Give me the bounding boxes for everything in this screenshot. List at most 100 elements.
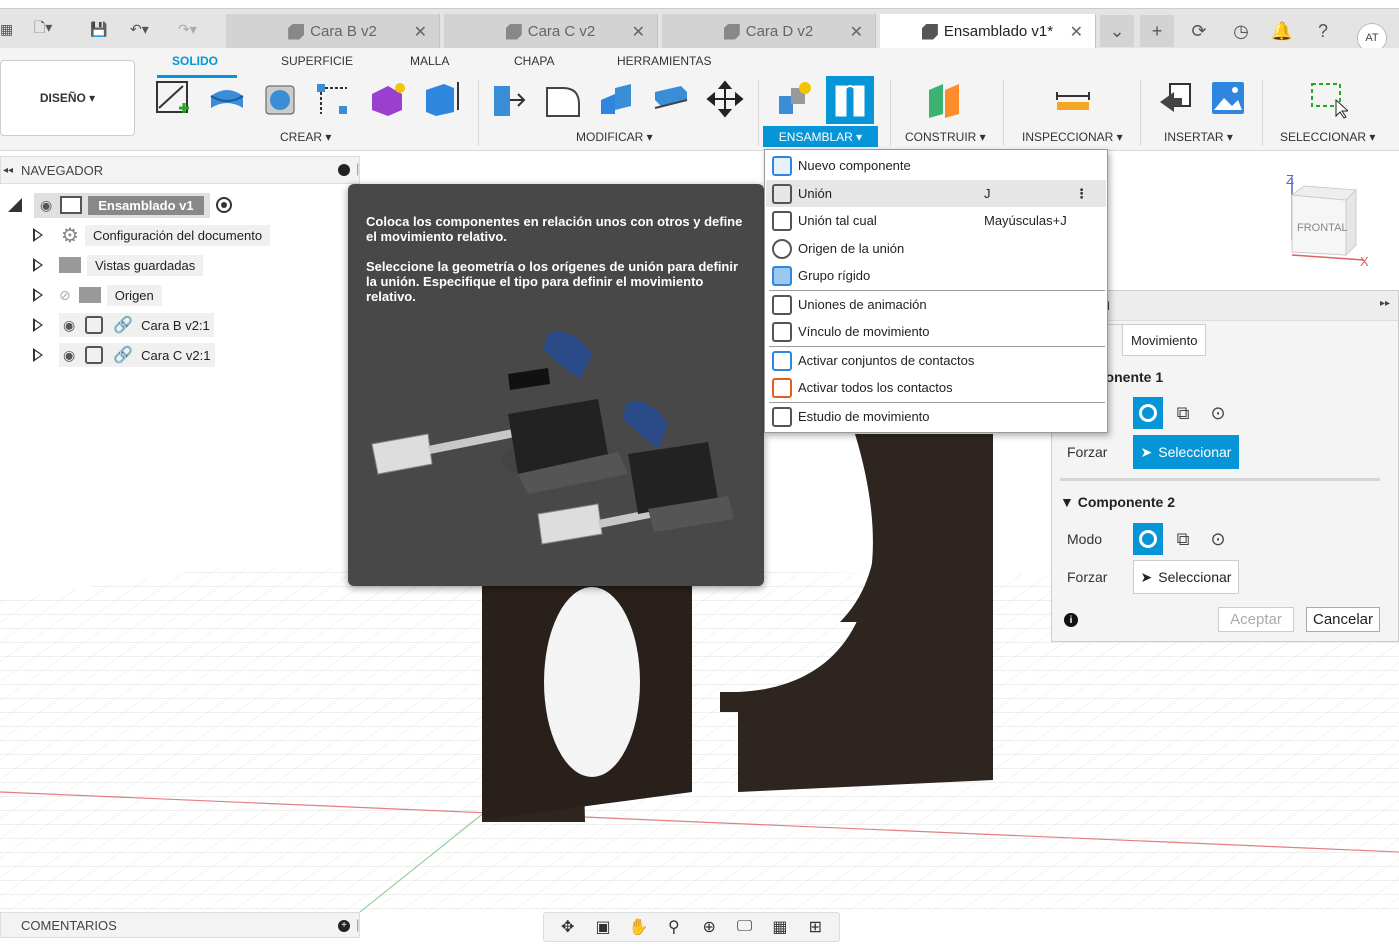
pin-icon[interactable]: | (356, 161, 359, 176)
workspace-switcher-button[interactable]: DISEÑO ▾ (0, 60, 135, 136)
chamfer-icon[interactable] (597, 78, 637, 120)
close-icon[interactable]: ✕ (414, 22, 427, 42)
navigator-item[interactable]: Vistas guardadas (33, 253, 204, 277)
zoom-icon[interactable]: ⚲ (663, 917, 685, 937)
look-at-icon[interactable]: ▣ (592, 917, 614, 937)
sync-icon[interactable]: ⟳ (1182, 15, 1216, 47)
save-icon[interactable]: 💾 (90, 18, 107, 40)
group-label-insertar[interactable]: INSERTAR ▾ (1164, 130, 1233, 144)
two-faces-mode-icon[interactable]: ⊙ (1203, 397, 1233, 429)
close-icon[interactable]: ✕ (1070, 22, 1083, 42)
group-label-ensamblar[interactable]: ENSAMBLAR ▾ (763, 126, 878, 147)
group-label-crear[interactable]: CREAR ▾ (280, 130, 331, 144)
extrude-icon[interactable] (207, 78, 247, 120)
select-button-2[interactable]: ➤ Seleccionar (1133, 560, 1239, 594)
navigator-item[interactable]: ◉ 🔗 Cara C v2:1 (33, 343, 215, 367)
joint-button[interactable] (826, 76, 874, 124)
form-icon[interactable] (368, 78, 408, 120)
menu-item-activar-conjuntos[interactable]: Activar conjuntos de contactos (766, 347, 1106, 374)
eye-icon[interactable]: ◉ (63, 347, 75, 364)
shell-icon[interactable] (651, 78, 691, 120)
tab-solido[interactable]: SOLIDO (172, 54, 218, 68)
group-label-inspeccionar[interactable]: INSPECCIONAR ▾ (1022, 130, 1123, 144)
root-node[interactable]: ◉ Ensamblado v1 (34, 192, 210, 218)
add-comment-icon[interactable]: + (338, 920, 350, 932)
comments-panel-header[interactable]: COMENTARIOS + | (0, 912, 360, 938)
group-label-construir[interactable]: CONSTRUIR ▾ (905, 130, 986, 144)
new-component-icon[interactable] (775, 78, 815, 120)
select-window-icon[interactable] (1308, 78, 1348, 120)
snap-mode-button[interactable] (1133, 397, 1163, 429)
menu-item-activar-todos[interactable]: Activar todos los contactos (766, 374, 1106, 401)
tab-cara-b[interactable]: Cara B v2 ✕ (226, 14, 440, 49)
select-button-1[interactable]: ➤ Seleccionar (1133, 435, 1239, 469)
snap-mode-button[interactable] (1133, 523, 1163, 555)
navigator-item[interactable]: ◉ 🔗 Cara B v2:1 (33, 313, 214, 337)
menu-item-union[interactable]: Unión J ⋮ (766, 180, 1106, 207)
file-menu-icon[interactable]: 🗋▾ (34, 18, 52, 40)
fit-icon[interactable]: ⊕ (698, 917, 720, 937)
create-sketch-icon[interactable] (153, 78, 193, 120)
display-settings-icon[interactable]: 🖵 (734, 917, 756, 937)
tab-chapa[interactable]: CHAPA (514, 54, 554, 68)
navigator-item[interactable]: ⊘ Origen (33, 283, 162, 307)
ok-button[interactable]: Aceptar (1218, 607, 1294, 632)
expanded-arrow-icon[interactable] (8, 198, 22, 212)
chevron-down-icon[interactable]: ⌄ (1100, 15, 1134, 47)
tab-movimiento[interactable]: Movimiento (1122, 324, 1207, 356)
view-cube[interactable]: Z X FRONTAL (1284, 170, 1374, 270)
activate-radio-icon[interactable] (215, 197, 232, 213)
help-icon[interactable]: ? (1306, 15, 1340, 47)
group-label-seleccionar[interactable]: SELECCIONAR ▾ (1280, 130, 1375, 144)
expand-right-icon[interactable]: ▸▸ (1380, 298, 1390, 309)
menu-item-uniones-animacion[interactable]: Uniones de animación (766, 291, 1106, 318)
orbit-icon[interactable]: ✥ (557, 917, 579, 937)
more-options-icon[interactable]: ⋮ (1075, 186, 1088, 202)
press-pull-icon[interactable] (490, 78, 530, 120)
new-tab-plus-icon[interactable]: + (1140, 15, 1174, 47)
tab-cara-d[interactable]: Cara D v2 ✕ (662, 14, 876, 49)
options-dot-icon[interactable] (338, 164, 350, 176)
menu-item-nuevo-componente[interactable]: Nuevo componente (766, 152, 1106, 179)
apps-grid-icon[interactable]: ▦ (0, 18, 14, 40)
navigator-root-row[interactable]: ◉ Ensamblado v1 (8, 192, 232, 218)
fillet-icon[interactable] (543, 78, 583, 120)
close-icon[interactable]: ✕ (632, 22, 645, 42)
menu-item-vinculo-movimiento[interactable]: Vínculo de movimiento (766, 318, 1106, 345)
move-copy-icon[interactable] (705, 78, 745, 120)
revolve-icon[interactable] (260, 78, 300, 120)
close-icon[interactable]: ✕ (850, 22, 863, 42)
expand-arrow-icon[interactable] (33, 258, 43, 272)
menu-item-origen-union[interactable]: Origen de la unión (766, 235, 1106, 262)
expand-arrow-icon[interactable] (33, 228, 43, 242)
menu-item-grupo-rigido[interactable]: Grupo rígido (766, 262, 1106, 289)
sweep-icon[interactable] (313, 78, 353, 120)
group-label-modificar[interactable]: MODIFICAR ▾ (576, 130, 653, 144)
grid-settings-icon[interactable]: ▦ (769, 917, 791, 937)
box-icon[interactable] (420, 78, 460, 120)
tab-herramientas[interactable]: HERRAMIENTAS (617, 54, 711, 68)
info-icon[interactable]: i (1064, 613, 1078, 627)
undo-icon[interactable]: ↶▾ (130, 18, 149, 40)
eye-icon[interactable]: ◉ (40, 197, 52, 214)
clock-icon[interactable]: ◷ (1224, 15, 1258, 47)
tab-ensamblado[interactable]: Ensamblado v1* ✕ (880, 14, 1096, 49)
menu-item-union-tal-cual[interactable]: Unión tal cual Mayúsculas+J (766, 207, 1106, 234)
measure-icon[interactable] (1053, 78, 1093, 120)
between-mode-icon[interactable]: ⧉ (1168, 523, 1198, 555)
collapse-arrow-icon[interactable]: ▼ (1060, 494, 1078, 510)
eye-icon[interactable]: ◉ (63, 317, 75, 334)
redo-icon[interactable]: ↷▾ (178, 18, 197, 40)
pin-icon[interactable]: | (356, 917, 359, 932)
navigator-header[interactable]: ◂◂ NAVEGADOR | (0, 156, 360, 184)
viewports-icon[interactable]: ⊞ (804, 917, 826, 937)
tab-cara-c[interactable]: Cara C v2 ✕ (444, 14, 658, 49)
insert-derive-icon[interactable] (1156, 78, 1196, 120)
section-component-2[interactable]: ▼ Componente 2 (1060, 494, 1175, 510)
two-faces-mode-icon[interactable]: ⊙ (1203, 523, 1233, 555)
expand-arrow-icon[interactable] (33, 318, 43, 332)
offset-plane-icon[interactable] (925, 78, 969, 120)
bell-icon[interactable]: 🔔 (1265, 15, 1299, 47)
tab-malla[interactable]: MALLA (410, 54, 449, 68)
expand-arrow-icon[interactable] (33, 288, 43, 302)
